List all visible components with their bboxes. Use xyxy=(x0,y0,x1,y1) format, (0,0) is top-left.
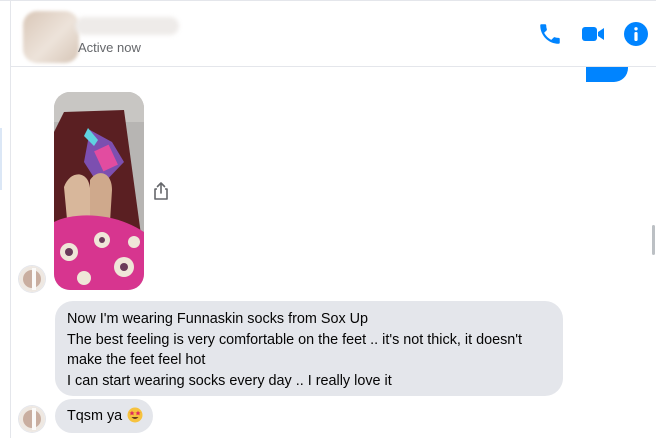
phone-icon[interactable] xyxy=(537,21,563,47)
message-line: Now I'm wearing Funnaskin socks from Sox… xyxy=(67,311,369,327)
photo-message[interactable] xyxy=(54,92,144,290)
conversation-header: Active now xyxy=(11,1,656,66)
message-line: make the feet feel hot xyxy=(67,352,206,368)
active-status: Active now xyxy=(78,40,141,55)
sender-avatar[interactable] xyxy=(19,406,45,432)
sent-bubble-gap xyxy=(576,67,586,82)
message-line: The best feeling is very comfortable on … xyxy=(67,331,523,348)
share-icon[interactable] xyxy=(152,181,170,201)
info-icon[interactable] xyxy=(623,21,649,47)
sent-bubble-tail xyxy=(586,67,590,82)
contact-name-redacted[interactable] xyxy=(75,17,179,35)
star-struck-emoji-icon xyxy=(127,407,143,423)
message-line: I can start wearing socks every day .. I… xyxy=(67,372,392,389)
contact-avatar[interactable] xyxy=(23,11,79,63)
message-text-row: Tqsm ya xyxy=(67,406,143,427)
received-message-bubble[interactable]: Now I'm wearing Funnaskin socks from Sox… xyxy=(55,301,563,396)
video-camera-icon[interactable] xyxy=(580,21,606,47)
header-divider xyxy=(11,66,656,67)
left-accent xyxy=(0,128,2,190)
received-message-bubble[interactable]: Tqsm ya xyxy=(55,399,153,433)
scrollbar-thumb[interactable] xyxy=(652,225,655,255)
sender-avatar[interactable] xyxy=(19,266,45,292)
message-text: Tqsm ya xyxy=(67,408,123,424)
